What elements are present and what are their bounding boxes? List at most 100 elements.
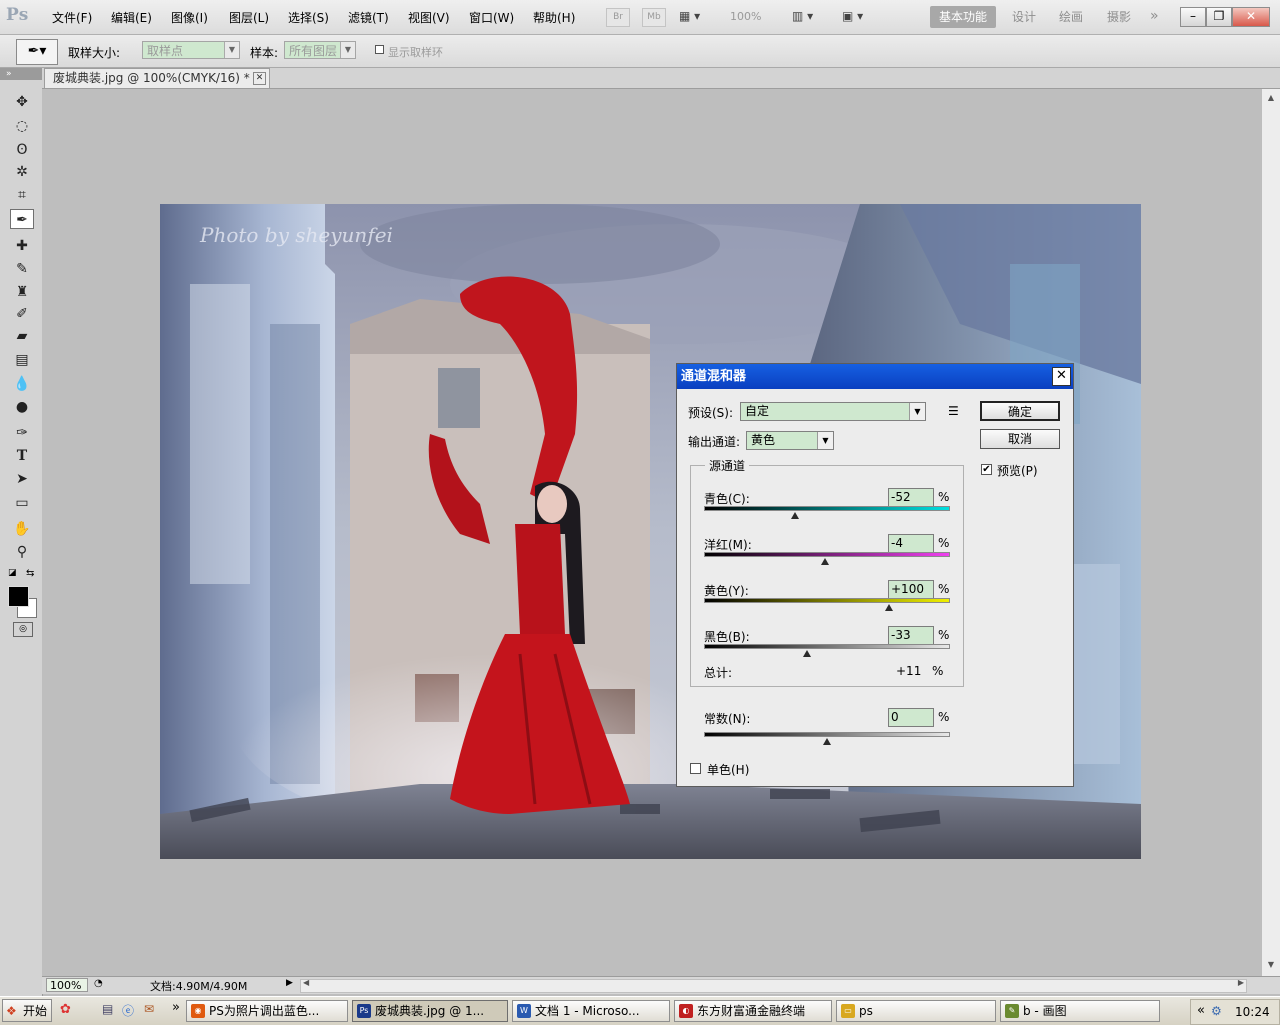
yellow-slider-track[interactable]: [704, 598, 950, 603]
taskbar-task[interactable]: ▭ ps: [836, 1000, 996, 1022]
menu-file[interactable]: 文件(F): [52, 9, 92, 26]
quicklaunch-app-icon[interactable]: ✿: [60, 1002, 71, 1017]
magenta-slider-track[interactable]: [704, 552, 950, 557]
black-slider-track[interactable]: [704, 644, 950, 649]
document-tab[interactable]: 废城典装.jpg @ 100%(CMYK/16) * ✕: [44, 68, 270, 88]
output-channel-select[interactable]: 黄色 ▼: [746, 431, 834, 450]
scroll-right-icon[interactable]: ▶: [1238, 978, 1244, 987]
status-menu-icon[interactable]: ▶: [286, 978, 293, 988]
quicklaunch-ie-icon[interactable]: ⓔ: [122, 1002, 134, 1019]
move-tool-icon[interactable]: ✥: [10, 92, 34, 112]
quicklaunch-mail-icon[interactable]: ✉: [144, 1002, 154, 1016]
history-brush-tool-icon[interactable]: ✐: [10, 304, 34, 324]
workspace-essentials[interactable]: 基本功能: [930, 6, 996, 28]
workspace-painting[interactable]: 绘画: [1052, 6, 1090, 28]
scroll-down-icon[interactable]: ▼: [1264, 958, 1278, 972]
preview-checkbox[interactable]: ✔: [981, 464, 992, 475]
dialog-title-bar[interactable]: 通道混和器 ✕: [677, 364, 1073, 389]
menu-layer[interactable]: 图层(L): [229, 9, 269, 26]
eraser-tool-icon[interactable]: ▰: [10, 326, 34, 346]
hand-tool-icon[interactable]: ✋: [10, 519, 34, 539]
preset-select[interactable]: 自定 ▼: [740, 402, 926, 421]
swap-colors-icon[interactable]: ⇆: [26, 568, 34, 579]
zoom-level[interactable]: 100%: [730, 10, 761, 23]
menu-edit[interactable]: 编辑(E): [111, 9, 152, 26]
workspace-photography[interactable]: 摄影: [1100, 6, 1138, 28]
zoom-tool-icon[interactable]: ⚲: [10, 542, 34, 562]
type-tool-icon[interactable]: T: [10, 446, 34, 466]
constant-track[interactable]: [704, 732, 950, 737]
view-extras-icon[interactable]: ▦ ▾: [679, 9, 715, 25]
status-info-icon[interactable]: ◔: [94, 978, 103, 989]
workspace-design[interactable]: 设计: [1005, 6, 1043, 28]
collapse-panels-icon[interactable]: »: [6, 69, 12, 79]
close-icon[interactable]: ✕: [253, 72, 266, 85]
taskbar-task[interactable]: ✎ b - 画图: [1000, 1000, 1160, 1022]
constant-input[interactable]: 0: [888, 708, 934, 727]
magenta-slider-thumb[interactable]: [820, 558, 829, 565]
magenta-value-input[interactable]: -4: [888, 534, 934, 553]
marquee-tool-icon[interactable]: ◌: [10, 116, 34, 136]
ok-button[interactable]: 确定: [980, 401, 1060, 421]
cancel-button[interactable]: 取消: [980, 429, 1060, 449]
eyedropper-tool-icon[interactable]: ✒: [10, 209, 34, 229]
scroll-left-icon[interactable]: ◀: [303, 978, 309, 987]
sample-select[interactable]: 所有图层 ▼: [284, 41, 356, 59]
taskbar-task[interactable]: ◐ 东方财富通金融终端: [674, 1000, 832, 1022]
restore-button[interactable]: ❐: [1206, 7, 1232, 27]
constant-thumb[interactable]: [823, 738, 831, 745]
pen-tool-icon[interactable]: ✑: [10, 423, 34, 443]
taskbar-task[interactable]: Ps 废城典装.jpg @ 1...: [352, 1000, 508, 1022]
arrange-documents-icon[interactable]: ▥ ▾: [792, 9, 813, 23]
foreground-color-swatch[interactable]: [8, 586, 29, 607]
blur-tool-icon[interactable]: 💧: [10, 374, 34, 394]
screen-mode-icon[interactable]: ▣ ▾: [842, 9, 863, 23]
start-button[interactable]: ❖ 开始: [2, 999, 52, 1022]
quicklaunch-desktop-icon[interactable]: ▤: [102, 1002, 113, 1016]
minimize-button[interactable]: –: [1180, 7, 1206, 27]
quicklaunch-more-icon[interactable]: »: [172, 1000, 180, 1015]
yellow-slider-thumb[interactable]: [884, 604, 893, 611]
healing-brush-tool-icon[interactable]: ✚: [10, 236, 34, 256]
menu-help[interactable]: 帮助(H): [533, 9, 575, 26]
tool-preset-eyedropper-icon[interactable]: ✒▾: [16, 39, 58, 65]
bridge-button[interactable]: Br: [606, 8, 630, 27]
taskbar-task[interactable]: ◉ PS为照片调出蓝色...: [186, 1000, 348, 1022]
shape-tool-icon[interactable]: ▭: [10, 493, 34, 513]
gradient-tool-icon[interactable]: ▤: [10, 350, 34, 370]
close-app-button[interactable]: ✕: [1232, 7, 1270, 27]
cyan-slider-track[interactable]: [704, 506, 950, 511]
quick-mask-icon[interactable]: ◎: [13, 622, 33, 637]
default-colors-icon[interactable]: ◪: [8, 568, 17, 578]
yellow-value-input[interactable]: +100: [888, 580, 934, 599]
tray-network-icon[interactable]: ⚙: [1211, 1004, 1222, 1018]
quick-select-tool-icon[interactable]: ✲: [10, 162, 34, 182]
status-zoom-input[interactable]: 100%: [46, 978, 88, 992]
vertical-scrollbar[interactable]: ▲ ▼: [1261, 89, 1280, 976]
dialog-close-button[interactable]: ✕: [1052, 367, 1071, 386]
cyan-value-input[interactable]: -52: [888, 488, 934, 507]
brush-tool-icon[interactable]: ✎: [10, 259, 34, 279]
lasso-tool-icon[interactable]: ʘ: [10, 140, 34, 160]
show-sampling-ring-checkbox[interactable]: [375, 45, 384, 54]
more-workspaces-icon[interactable]: »: [1150, 8, 1159, 24]
crop-tool-icon[interactable]: ⌗: [10, 185, 34, 205]
tray-clock[interactable]: 10:24: [1235, 1005, 1270, 1019]
monochrome-checkbox[interactable]: [690, 763, 701, 774]
mini-bridge-button[interactable]: Mb: [642, 8, 666, 27]
path-select-tool-icon[interactable]: ➤: [10, 469, 34, 489]
cyan-slider-thumb[interactable]: [791, 512, 800, 519]
menu-filter[interactable]: 滤镜(T): [348, 9, 389, 26]
sample-size-select[interactable]: 取样点 ▼: [142, 41, 240, 59]
menu-select[interactable]: 选择(S): [288, 9, 329, 26]
tray-expand-icon[interactable]: «: [1197, 1003, 1205, 1018]
taskbar-task[interactable]: W 文档 1 - Microso...: [512, 1000, 670, 1022]
menu-window[interactable]: 窗口(W): [469, 9, 514, 26]
black-slider-thumb[interactable]: [802, 650, 811, 657]
clone-stamp-tool-icon[interactable]: ♜: [10, 282, 34, 302]
preset-options-icon[interactable]: ☰: [948, 404, 959, 418]
menu-image[interactable]: 图像(I): [171, 9, 208, 26]
dodge-tool-icon[interactable]: ●: [10, 397, 34, 417]
horizontal-scrollbar[interactable]: ◀ ▶: [300, 978, 1247, 993]
menu-view[interactable]: 视图(V): [408, 9, 450, 26]
